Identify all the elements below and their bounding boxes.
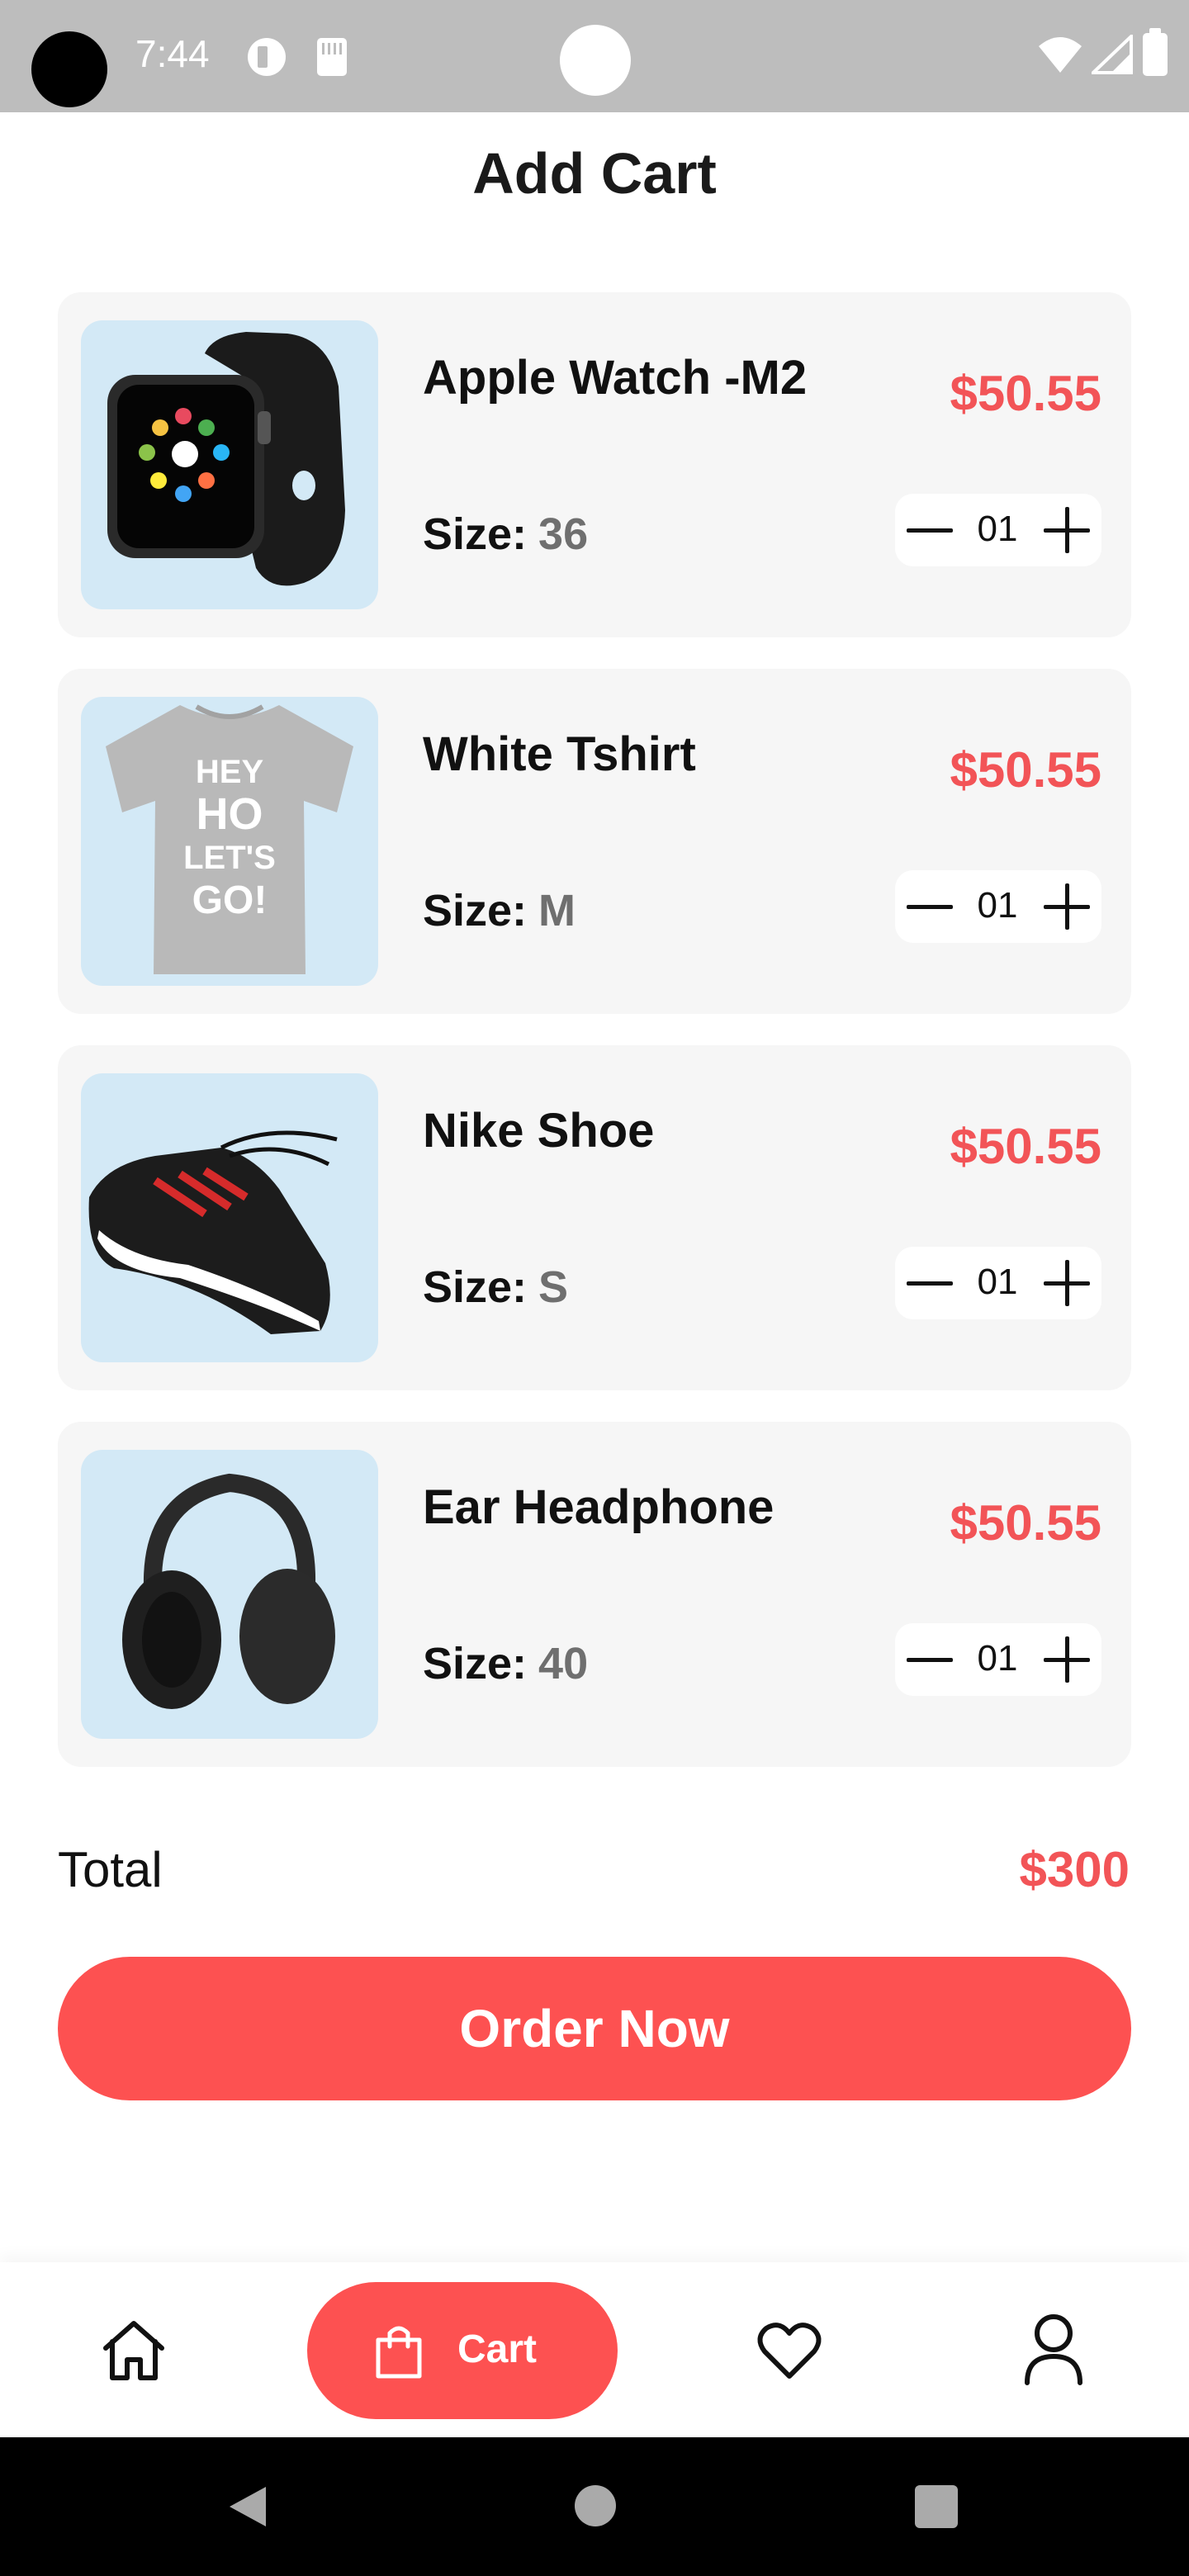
apple-watch-image (81, 320, 378, 609)
total-value: $300 (1019, 1842, 1130, 1897)
item-price: $50.55 (950, 366, 1101, 421)
quantity-stepper: 01 (895, 1247, 1101, 1319)
plus-icon[interactable] (1044, 507, 1090, 553)
tshirt-print-line: HO (197, 789, 263, 839)
front-camera (560, 25, 631, 96)
size-value: 40 (538, 1639, 589, 1688)
size-value: S (538, 1262, 569, 1312)
size-row: Size: 40 (423, 1638, 588, 1689)
notification-icon (248, 38, 286, 76)
recent-apps-icon[interactable] (915, 2485, 958, 2528)
system-nav-bar (0, 2437, 1189, 2576)
shopping-bag-icon (376, 2326, 422, 2379)
tshirt-print-line: GO! (192, 878, 268, 922)
signal-icon (1092, 35, 1133, 74)
minus-icon[interactable] (907, 509, 953, 552)
headphone-image (81, 1450, 378, 1739)
size-row: Size: M (423, 885, 576, 936)
quantity-stepper: 01 (895, 1623, 1101, 1696)
cart-item[interactable]: Nike Shoe $50.55 Size: S 01 (58, 1045, 1131, 1390)
shoe-image (81, 1073, 378, 1362)
quantity-stepper: 01 (895, 870, 1101, 943)
plus-icon[interactable] (1044, 1636, 1090, 1683)
bottom-nav: Cart (0, 2262, 1189, 2437)
quantity-value: 01 (977, 885, 1018, 926)
size-value: M (538, 886, 576, 935)
sd-card-icon (317, 38, 347, 76)
cart-list: Apple Watch -M2 $50.55 Size: 36 01 HEY HO… (58, 292, 1131, 1798)
size-value: 36 (538, 509, 589, 559)
size-label: Size: (423, 1262, 528, 1312)
minus-icon[interactable] (907, 1262, 953, 1305)
size-label: Size: (423, 886, 528, 935)
cart-item[interactable]: Ear Headphone $50.55 Size: 40 01 (58, 1422, 1131, 1767)
item-price: $50.55 (950, 1495, 1101, 1551)
minus-icon[interactable] (907, 1638, 953, 1681)
tshirt-image: HEY HO LET'S GO! (81, 697, 378, 986)
profile-icon[interactable] (1021, 2312, 1087, 2386)
battery-icon (1143, 28, 1168, 76)
tshirt-print-line: LET'S (183, 840, 276, 876)
quantity-value: 01 (977, 1262, 1018, 1302)
plus-icon[interactable] (1044, 1260, 1090, 1306)
page-title: Add Cart (472, 141, 717, 206)
cart-item[interactable]: HEY HO LET'S GO! White Tshirt $50.55 Siz… (58, 669, 1131, 1014)
item-price: $50.55 (950, 1119, 1101, 1174)
status-bar: 7:44 (0, 0, 1189, 112)
wifi-icon (1039, 37, 1082, 73)
size-label: Size: (423, 1639, 528, 1688)
item-name: Ear Headphone (423, 1480, 775, 1534)
nav-cart-tab[interactable]: Cart (307, 2282, 618, 2419)
status-time: 7:44 (135, 32, 210, 75)
tshirt-print-line: HEY (196, 754, 264, 790)
size-label: Size: (423, 509, 528, 559)
size-row: Size: 36 (423, 509, 588, 560)
system-home-icon[interactable] (575, 2485, 616, 2526)
back-icon[interactable] (225, 2484, 271, 2530)
quantity-stepper: 01 (895, 494, 1101, 566)
item-name: Apple Watch -M2 (423, 351, 808, 405)
quantity-value: 01 (977, 509, 1018, 549)
nav-cart-label: Cart (457, 2327, 538, 2371)
item-name: White Tshirt (423, 727, 696, 781)
item-name: Nike Shoe (423, 1104, 655, 1158)
order-now-button[interactable]: Order Now (58, 1957, 1131, 2100)
cart-item[interactable]: Apple Watch -M2 $50.55 Size: 36 01 (58, 292, 1131, 637)
minus-icon[interactable] (907, 885, 953, 928)
quantity-value: 01 (977, 1638, 1018, 1679)
home-icon[interactable] (99, 2315, 168, 2384)
plus-icon[interactable] (1044, 883, 1090, 930)
item-price: $50.55 (950, 742, 1101, 798)
total-label: Total (58, 1842, 163, 1897)
size-row: Size: S (423, 1262, 568, 1313)
camera-cutout (31, 31, 107, 107)
heart-icon[interactable] (755, 2315, 824, 2384)
